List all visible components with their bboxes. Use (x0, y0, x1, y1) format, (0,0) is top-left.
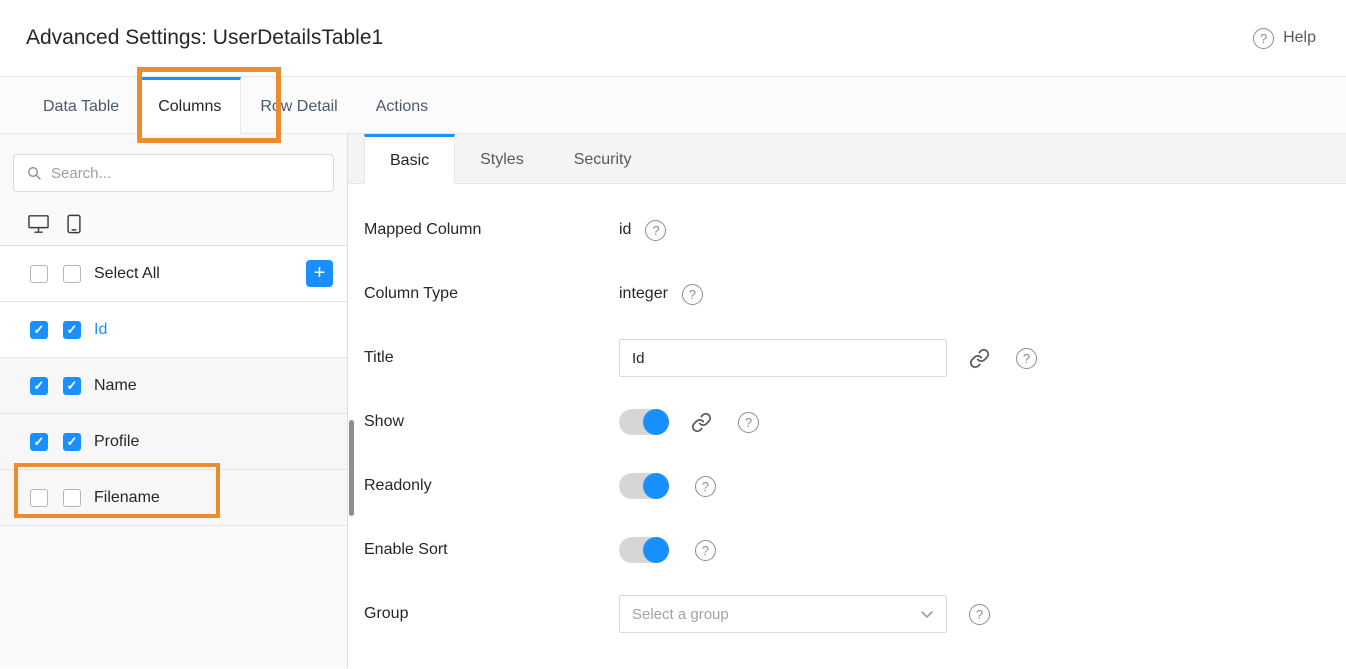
select-all-row[interactable]: Select All (0, 246, 347, 302)
column-label-name: Name (94, 377, 137, 395)
enable-sort-toggle-knob (643, 537, 669, 563)
column-type-help-icon[interactable] (682, 284, 703, 305)
enable-sort-help-icon[interactable] (695, 540, 716, 561)
tab-basic[interactable]: Basic (364, 134, 455, 184)
show-toggle-knob (643, 409, 669, 435)
tab-styles[interactable]: Styles (455, 134, 549, 183)
column-label-id: Id (94, 321, 107, 339)
select-all-desktop-checkbox[interactable] (30, 265, 48, 283)
mapped-column-value: id (619, 221, 631, 239)
group-help-icon[interactable] (969, 604, 990, 625)
column-type-label: Column Type (364, 285, 619, 303)
name-mobile-checkbox[interactable] (63, 377, 81, 395)
tab-data-table[interactable]: Data Table (24, 77, 138, 133)
readonly-toggle[interactable] (619, 473, 669, 499)
profile-mobile-checkbox[interactable] (63, 433, 81, 451)
readonly-help-icon[interactable] (695, 476, 716, 497)
tab-columns[interactable]: Columns (138, 77, 241, 134)
visibility-header-row (0, 202, 347, 246)
mapped-column-help-icon[interactable] (645, 220, 666, 241)
basic-settings-form: Mapped Column id Column Type integer Tit… (348, 184, 1346, 646)
column-label-profile: Profile (94, 433, 139, 451)
tab-security[interactable]: Security (549, 134, 657, 183)
show-row: Show (364, 390, 1346, 454)
title-label: Title (364, 349, 619, 367)
settings-tabbar: Data Table Columns Row Detail Actions (0, 77, 1346, 134)
help-button[interactable]: Help (1253, 28, 1316, 49)
search-area (0, 134, 347, 202)
header: Advanced Settings: UserDetailsTable1 Hel… (0, 0, 1346, 77)
column-row-filename[interactable]: Filename (0, 470, 347, 526)
column-row-name[interactable]: Name (0, 358, 347, 414)
advanced-settings-dialog: Advanced Settings: UserDetailsTable1 Hel… (0, 0, 1346, 669)
column-row-id[interactable]: Id (0, 302, 347, 358)
readonly-label: Readonly (364, 477, 619, 495)
column-row-profile[interactable]: Profile (0, 414, 347, 470)
search-input[interactable] (51, 165, 321, 182)
select-all-label: Select All (94, 265, 160, 283)
sidebar-empty-area (0, 526, 347, 668)
group-select-placeholder: Select a group (632, 606, 729, 623)
help-question-icon (1253, 28, 1274, 49)
search-icon (26, 165, 42, 181)
show-label: Show (364, 413, 619, 431)
mapped-column-row: Mapped Column id (364, 198, 1346, 262)
profile-desktop-checkbox[interactable] (30, 433, 48, 451)
desktop-icon (27, 214, 50, 234)
column-type-value: integer (619, 285, 668, 303)
title-input[interactable] (619, 339, 947, 377)
column-type-row: Column Type integer (364, 262, 1346, 326)
enable-sort-label: Enable Sort (364, 541, 619, 559)
sidebar-scrollbar[interactable] (349, 420, 354, 516)
readonly-row: Readonly (364, 454, 1346, 518)
group-label: Group (364, 605, 619, 623)
group-select[interactable]: Select a group (619, 595, 947, 633)
help-label: Help (1283, 29, 1316, 47)
enable-sort-toggle[interactable] (619, 537, 669, 563)
title-bind-link-icon[interactable] (969, 348, 990, 369)
page-title: Advanced Settings: UserDetailsTable1 (26, 26, 383, 50)
show-bind-link-icon[interactable] (691, 412, 712, 433)
title-help-icon[interactable] (1016, 348, 1037, 369)
column-detail-panel: Basic Styles Security Mapped Column id C… (348, 134, 1346, 668)
mapped-column-label: Mapped Column (364, 221, 619, 239)
add-column-button[interactable] (306, 260, 333, 287)
show-toggle[interactable] (619, 409, 669, 435)
columns-sidebar: Select All Id Name Profile (0, 134, 348, 668)
mobile-icon (65, 214, 83, 234)
readonly-toggle-knob (643, 473, 669, 499)
group-row: Group Select a group (364, 582, 1346, 646)
enable-sort-row: Enable Sort (364, 518, 1346, 582)
detail-tabbar: Basic Styles Security (348, 134, 1346, 184)
search-box[interactable] (13, 154, 334, 192)
filename-desktop-checkbox[interactable] (30, 489, 48, 507)
select-all-mobile-checkbox[interactable] (63, 265, 81, 283)
chevron-down-icon (920, 609, 934, 619)
column-label-filename: Filename (94, 489, 160, 507)
name-desktop-checkbox[interactable] (30, 377, 48, 395)
filename-mobile-checkbox[interactable] (63, 489, 81, 507)
tab-actions[interactable]: Actions (357, 77, 447, 133)
id-mobile-checkbox[interactable] (63, 321, 81, 339)
id-desktop-checkbox[interactable] (30, 321, 48, 339)
show-help-icon[interactable] (738, 412, 759, 433)
tab-row-detail[interactable]: Row Detail (241, 77, 356, 133)
title-row: Title (364, 326, 1346, 390)
